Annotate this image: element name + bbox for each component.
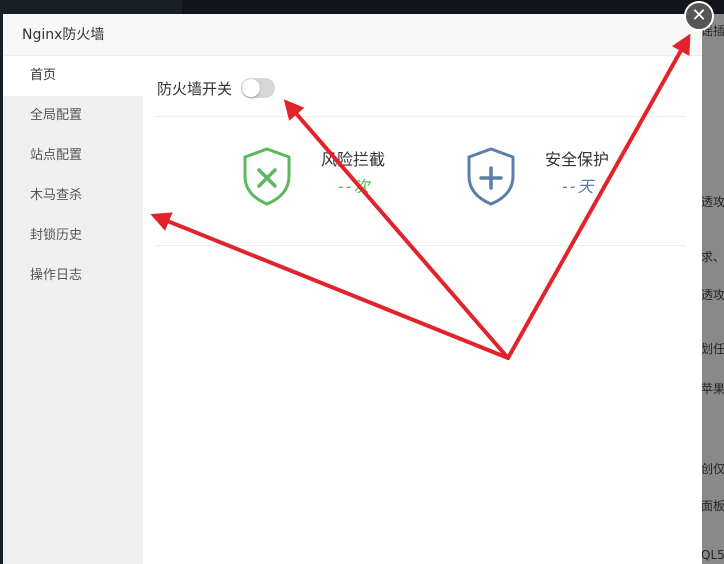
firewall-switch-row: 防火墙开关 xyxy=(157,74,276,102)
stat-risk-block: 风险拦截 --次 xyxy=(241,146,441,216)
firewall-toggle[interactable] xyxy=(241,78,276,98)
firewall-dialog: Nginx防火墙 首页 全局配置 站点配置 木马查杀 封锁历史 操作日志 防火墙… xyxy=(3,14,702,564)
sidebar-item-global-config[interactable]: 全局配置 xyxy=(3,96,143,136)
shield-x-icon xyxy=(243,147,291,206)
dialog-content: 防火墙开关 风险拦截 --次 安全保护 --天 xyxy=(143,56,702,564)
stat-value: --天 xyxy=(562,177,596,196)
stat-name: 安全保护 xyxy=(545,150,610,169)
firewall-switch-label: 防火墙开关 xyxy=(157,79,233,98)
shield-plus-icon xyxy=(467,147,515,206)
sidebar-item-trojan-scan[interactable]: 木马查杀 xyxy=(3,176,143,216)
stat-name: 风险拦截 xyxy=(321,150,386,169)
dialog-sidebar: 首页 全局配置 站点配置 木马查杀 封锁历史 操作日志 xyxy=(3,56,143,564)
stat-value: --次 xyxy=(338,177,372,196)
divider xyxy=(156,116,686,117)
dialog-title: Nginx防火墙 xyxy=(3,14,702,56)
close-icon[interactable]: ✕ xyxy=(684,1,714,31)
toggle-knob xyxy=(242,79,261,97)
sidebar-item-block-history[interactable]: 封锁历史 xyxy=(3,216,143,256)
sidebar-item-operation-log[interactable]: 操作日志 xyxy=(3,256,143,296)
sidebar-item-home[interactable]: 首页 xyxy=(3,56,143,96)
divider xyxy=(156,245,686,246)
stat-security-protection: 安全保护 --天 xyxy=(465,146,665,216)
sidebar-item-site-config[interactable]: 站点配置 xyxy=(3,136,143,176)
